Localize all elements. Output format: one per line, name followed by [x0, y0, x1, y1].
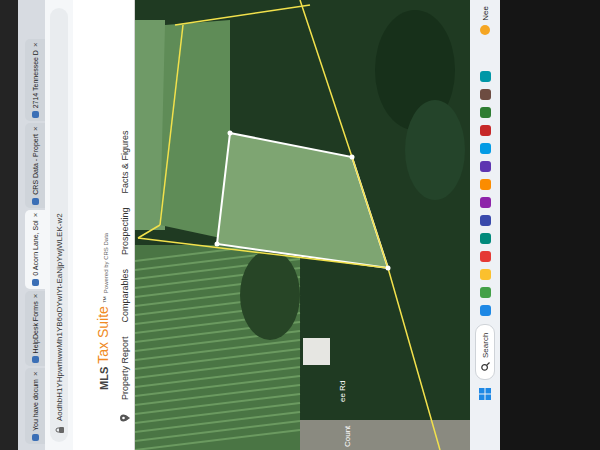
- taskbar-search[interactable]: Search: [475, 324, 495, 380]
- notification[interactable]: Nee: [480, 6, 490, 35]
- address-field[interactable]: AodhbH1YHpwrhwwMh1YB6oDYwlYt-EaNjpYwjWLE…: [50, 8, 68, 442]
- app-icon[interactable]: [480, 161, 491, 172]
- search-icon: [481, 362, 490, 371]
- app-icon[interactable]: [480, 71, 491, 82]
- logo-name: Tax Suite: [95, 306, 111, 364]
- satellite-map: Count ee Rd: [135, 0, 470, 450]
- logo-trademark: ™: [102, 296, 109, 303]
- app-icon[interactable]: [480, 89, 491, 100]
- browser-tab[interactable]: You have docum ×: [25, 368, 45, 444]
- tab-label: 2714 Tennessee D: [32, 50, 39, 108]
- tab-close-button[interactable]: ×: [31, 42, 40, 47]
- address-text: AodhbH1YHpwrhwwMh1YB6oDYwlYt-EaNjpYwjWLE…: [55, 213, 64, 421]
- logo-prefix: MLS: [98, 367, 110, 390]
- browser-tab[interactable]: HelpDesk Forms ×: [25, 291, 45, 367]
- favicon-icon: [32, 111, 39, 118]
- tab-label: 0 Acorn Lane, Sol: [32, 220, 39, 275]
- logo[interactable]: MLS Tax Suite ™ Powered by CRS Data: [95, 0, 115, 450]
- app-icon[interactable]: [480, 305, 491, 316]
- favicon-icon: [32, 356, 39, 363]
- app-icon[interactable]: [480, 179, 491, 190]
- taskbar: Search Nee: [470, 0, 500, 450]
- search-placeholder: Search: [481, 333, 490, 358]
- nav-item[interactable]: Comparables: [120, 269, 130, 323]
- address-row: AodhbH1YHpwrhwwMh1YB6oDYwlYt-EaNjpYwjWLE…: [45, 0, 73, 450]
- browser-tab[interactable]: 0 Acorn Lane, Sol ×: [25, 210, 45, 289]
- tab-close-button[interactable]: ×: [31, 213, 40, 218]
- aerial-map[interactable]: Count ee Rd: [135, 0, 470, 450]
- favicon-icon: [32, 434, 39, 441]
- notification-icon: [480, 25, 490, 35]
- desk-background: [500, 0, 600, 450]
- page-background: [73, 0, 95, 450]
- tab-label: HelpDesk Forms: [32, 301, 39, 353]
- app-icon[interactable]: [480, 215, 491, 226]
- tab-close-button[interactable]: ×: [31, 126, 40, 131]
- screen-bezel: [0, 0, 18, 450]
- browser-tab-strip: You have docum×HelpDesk Forms×0 Acorn La…: [18, 0, 45, 450]
- laptop-screen: You have docum×HelpDesk Forms×0 Acorn La…: [0, 0, 600, 450]
- lock-icon: [55, 426, 64, 434]
- road-label: ee Rd: [338, 381, 347, 402]
- tab-close-button[interactable]: ×: [31, 294, 40, 299]
- notification-text: Nee: [481, 6, 490, 21]
- location-pin-icon: [120, 414, 130, 422]
- nav-item[interactable]: Prospecting: [120, 207, 130, 255]
- favicon-icon: [32, 198, 39, 205]
- nav-item[interactable]: Facts & Figures: [120, 130, 130, 193]
- app-header: MLS Tax Suite ™ Powered by CRS Data Property…: [95, 0, 135, 450]
- browser-tab[interactable]: CRS Data - Propert ×: [25, 123, 45, 207]
- photo-frame: You have docum×HelpDesk Forms×0 Acorn La…: [0, 0, 600, 450]
- app-icon[interactable]: [480, 197, 491, 208]
- app-icon[interactable]: [480, 125, 491, 136]
- taskbar-apps: [480, 43, 491, 316]
- app-icon[interactable]: [480, 251, 491, 262]
- tab-close-button[interactable]: ×: [31, 371, 40, 376]
- tab-label: CRS Data - Propert: [32, 134, 39, 195]
- app-icon[interactable]: [480, 143, 491, 154]
- app-icon[interactable]: [480, 287, 491, 298]
- app-nav: Property Report Comparables Prospecting Fac…: [115, 0, 134, 450]
- app-icon[interactable]: [480, 269, 491, 280]
- browser-tab[interactable]: 2714 Tennessee D ×: [25, 39, 45, 121]
- nav-item[interactable]: Property Report: [120, 336, 130, 400]
- windows-start-icon[interactable]: [479, 388, 491, 400]
- app-icon[interactable]: [480, 233, 491, 244]
- favicon-icon: [32, 279, 39, 286]
- road-label: Count: [343, 425, 352, 447]
- app-icon[interactable]: [480, 107, 491, 118]
- tab-label: You have docum: [32, 379, 39, 431]
- logo-tagline: Powered by CRS Data: [103, 233, 109, 293]
